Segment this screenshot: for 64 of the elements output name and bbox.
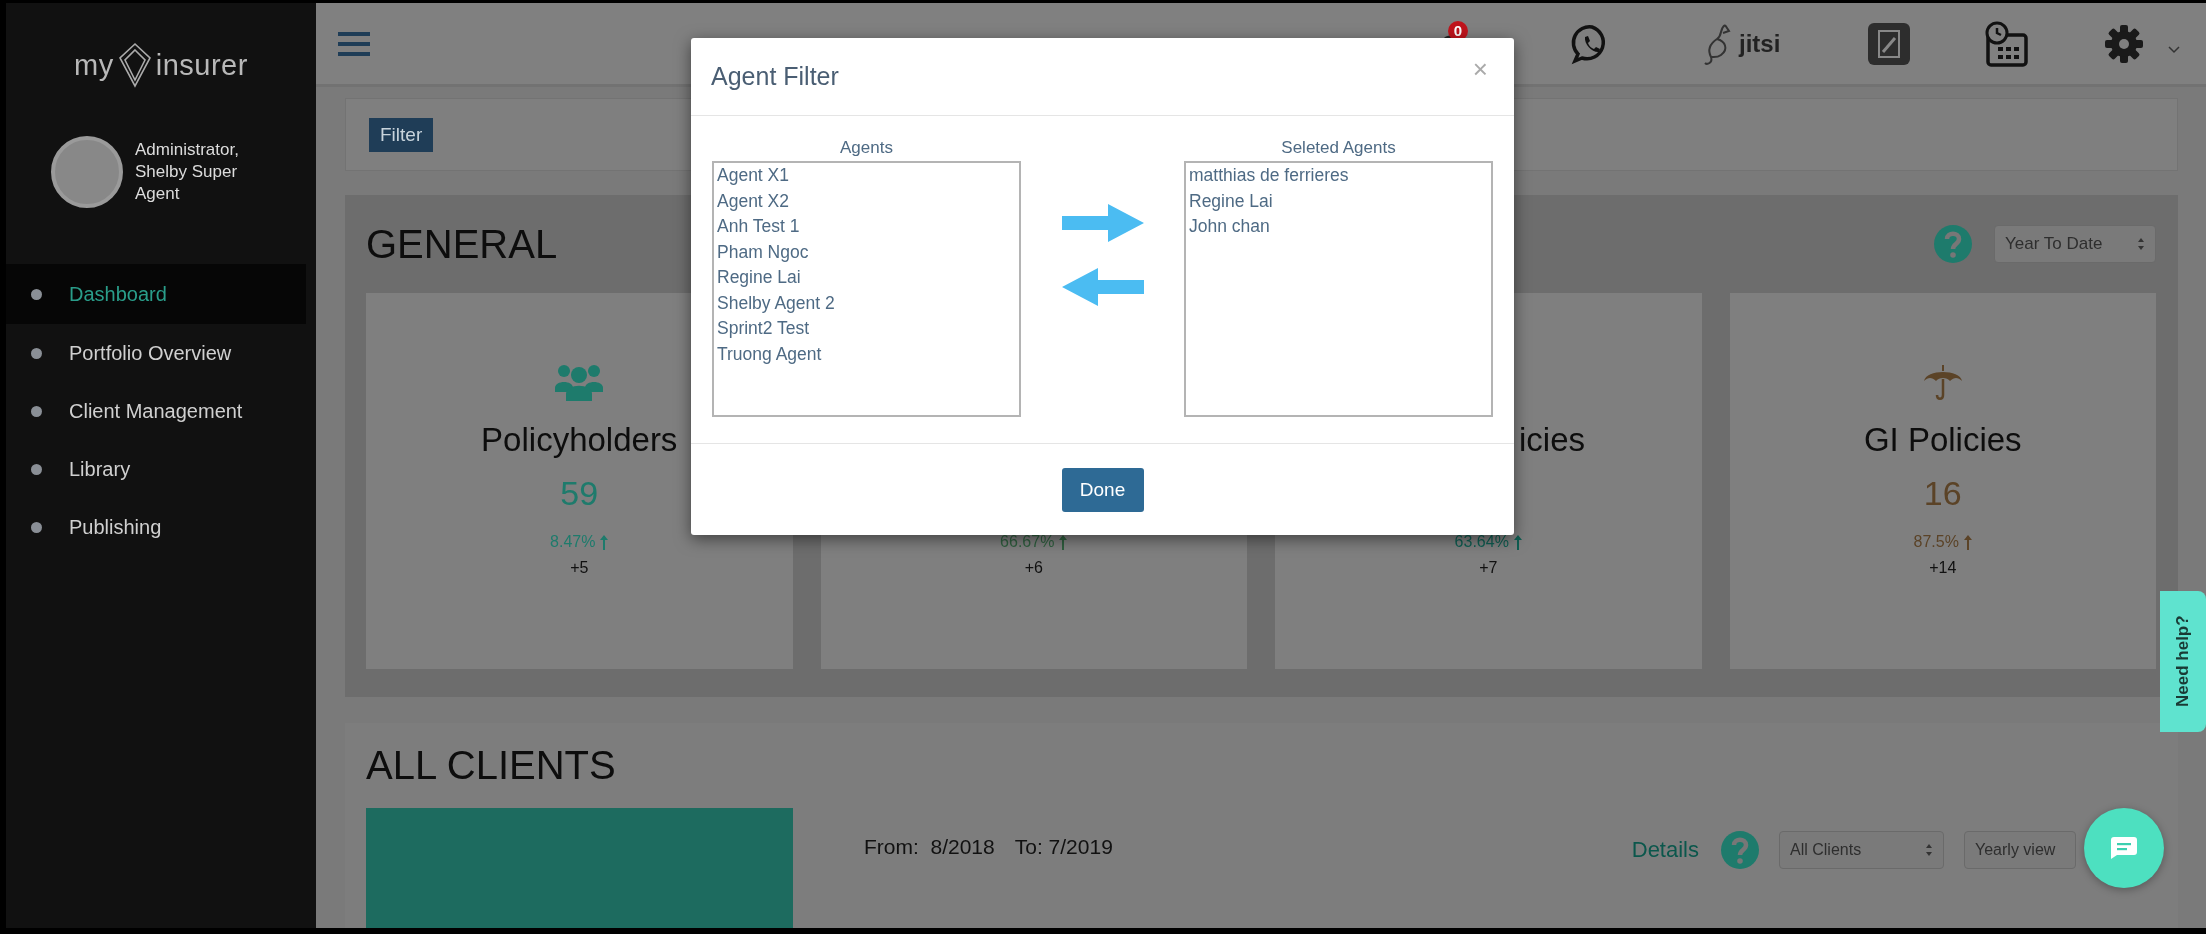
change-percent: 63.64% — [1454, 533, 1509, 551]
client-select[interactable]: All Clients — [1779, 831, 1944, 869]
list-option[interactable]: Agent X1 — [717, 163, 1016, 189]
logo-text: my — [74, 48, 114, 82]
list-label: Seleted Agents — [1281, 138, 1396, 158]
diamond-logo-icon — [117, 42, 152, 88]
date-range-text: From: 8/2018 — [864, 835, 995, 859]
agents-listbox[interactable]: Agent X1 Agent X2 Anh Test 1 Pham Ngoc Regine Lai Shelby Agent 2 Sprint2 Test Truong Agent — [712, 161, 1021, 417]
sidebar-item[interactable]: Dashboard — [6, 264, 306, 324]
up-arrow-icon — [1963, 534, 1972, 550]
done-button[interactable]: Done — [1061, 467, 1144, 512]
sidebar-item[interactable]: Publishing — [6, 498, 316, 556]
change-count: +5 — [570, 559, 589, 577]
logo-text: insurer — [155, 48, 248, 82]
change-percent: 66.67% — [1000, 533, 1055, 551]
up-arrow-icon — [1059, 534, 1068, 550]
list-option[interactable]: Regine Lai — [717, 265, 1016, 291]
card-title: icies — [1518, 420, 1586, 460]
card-value: 59 — [560, 472, 599, 514]
document-pen-icon[interactable] — [1867, 21, 1912, 66]
sidebar-item[interactable]: Client Management — [6, 382, 316, 440]
section-title: GENERAL — [366, 221, 558, 267]
list-option[interactable]: John chan — [1189, 214, 1488, 240]
chevron-down-icon[interactable] — [2168, 45, 2181, 54]
sort-arrows-icon — [1925, 843, 1933, 857]
list-option[interactable]: Agent X2 — [717, 188, 1016, 214]
sidebar-item[interactable]: Portfolio Overview — [6, 324, 316, 382]
period-select[interactable]: Year To Date — [1994, 225, 2156, 263]
right-arrow-icon[interactable] — [1061, 204, 1144, 242]
up-arrow-icon — [1513, 534, 1522, 550]
card-title: GI Policies — [1863, 420, 2022, 460]
left-arrow-icon[interactable] — [1061, 268, 1144, 306]
dialog-title: Agent Filter — [711, 62, 839, 91]
user-name: Administrator, Shelby Super Agent — [135, 139, 240, 205]
list-option[interactable]: Anh Test 1 — [717, 214, 1016, 240]
list-label: Agents — [840, 138, 893, 158]
calendar-clock-icon[interactable] — [1983, 20, 2030, 67]
message-icon — [2111, 837, 2137, 859]
people-icon — [554, 362, 605, 402]
change-percent: 8.47% — [550, 533, 596, 551]
card-value: 16 — [1923, 472, 1962, 514]
change-count: +14 — [1929, 559, 1957, 577]
sort-arrows-icon — [2137, 237, 2145, 251]
menu-icon[interactable] — [338, 30, 370, 57]
list-option[interactable]: Shelby Agent 2 — [717, 290, 1016, 316]
list-option[interactable]: Regine Lai — [1189, 188, 1488, 214]
list-option[interactable]: Pham Ngoc — [717, 239, 1016, 265]
change-count: +7 — [1479, 559, 1498, 577]
change-count: +6 — [1024, 559, 1043, 577]
jitsi-link[interactable]: jitsi — [1739, 29, 1781, 58]
sidebar-item[interactable]: Library — [6, 440, 316, 498]
filter-button[interactable]: Filter — [369, 117, 434, 152]
change-percent: 87.5% — [1913, 533, 1959, 551]
section-title: ALL CLIENTS — [366, 743, 617, 788]
up-arrow-icon — [600, 534, 609, 550]
list-option[interactable]: matthias de ferrieres — [1189, 163, 1488, 189]
date-range-text: To: 7/2019 — [1014, 835, 1113, 859]
list-option[interactable]: Sprint2 Test — [717, 316, 1016, 342]
list-option[interactable]: Truong Agent — [717, 341, 1016, 367]
settings-icon[interactable] — [2104, 23, 2145, 64]
help-tab[interactable]: Need help? — [2160, 591, 2206, 732]
card-title: Policyholders — [481, 420, 678, 460]
view-select[interactable]: Yearly view — [1964, 831, 2076, 869]
selected-agents-listbox[interactable]: matthias de ferrieres Regine Lai John chan — [1184, 161, 1493, 417]
